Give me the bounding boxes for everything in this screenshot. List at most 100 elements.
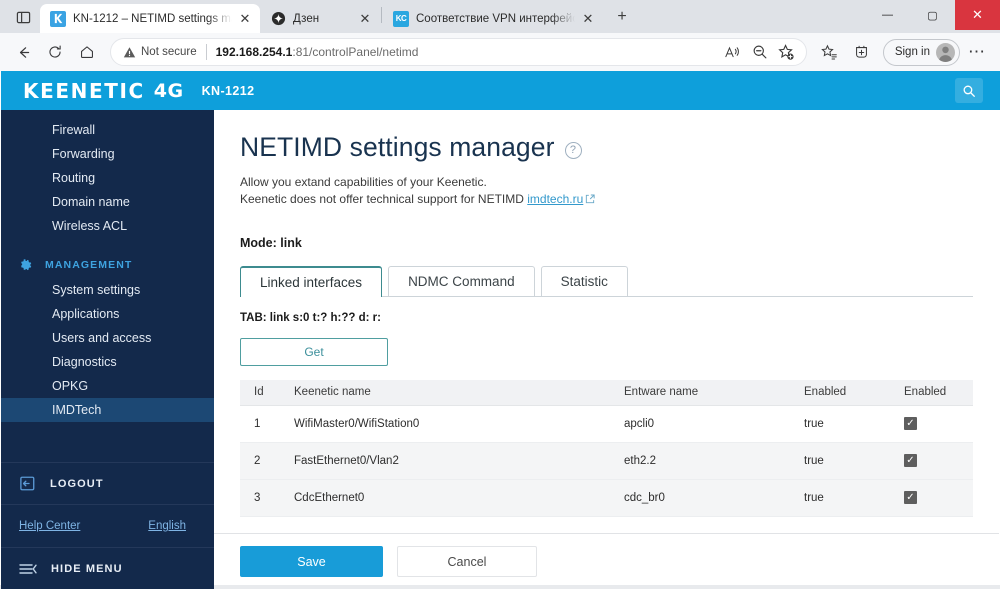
brand-suffix: 4G [153, 79, 184, 102]
get-button[interactable]: Get [240, 338, 388, 366]
cell-keenetic-name: FastEthernet0/Vlan2 [288, 442, 618, 480]
new-tab-button[interactable]: + [609, 4, 635, 30]
cell-id: 3 [240, 479, 288, 517]
tab-close-icon[interactable]: ✕ [579, 10, 597, 28]
table-row[interactable]: 3 CdcEthernet0 cdc_br0 true ✓ [240, 479, 973, 517]
tab-linked-interfaces[interactable]: Linked interfaces [240, 266, 383, 297]
column-header-keenetic-name: Keenetic name [288, 380, 618, 406]
search-icon[interactable] [955, 78, 983, 103]
sidebar-item-firewall[interactable]: Firewall [1, 118, 214, 142]
language-link[interactable]: English [148, 520, 186, 532]
hide-menu-icon [19, 562, 37, 576]
cell-keenetic-name: WifiMaster0/WifiStation0 [288, 405, 618, 443]
cell-entware-name: eth2.2 [618, 442, 798, 480]
gear-icon [19, 258, 33, 272]
form-actions: Save Cancel [214, 533, 999, 589]
sidebar-group-label: MANAGEMENT [45, 259, 133, 271]
external-link-icon [585, 192, 595, 209]
address-bar[interactable]: Not secure 192.168.254.1:81/controlPanel… [110, 38, 807, 66]
not-secure-indicator[interactable]: Not secure [123, 46, 197, 59]
logout-icon [19, 475, 36, 492]
sign-in-button[interactable]: Sign in [882, 38, 960, 66]
refresh-icon[interactable] [40, 37, 70, 67]
minimize-button[interactable]: — [865, 0, 910, 30]
sidebar-item-users-and-access[interactable]: Users and access [1, 326, 214, 350]
tab-actions-icon[interactable] [10, 4, 36, 30]
sidebar-item-applications[interactable]: Applications [1, 302, 214, 326]
sidebar-links: Help Center English [1, 505, 214, 547]
page-description-line1: Allow you extand capabilities of your Ke… [240, 175, 487, 189]
sidebar-item-routing[interactable]: Routing [1, 166, 214, 190]
enabled-checkbox[interactable]: ✓ [904, 417, 917, 431]
sidebar-item-system-settings[interactable]: System settings [1, 278, 214, 302]
tab-close-icon[interactable]: ✕ [356, 10, 374, 28]
kc-favicon-icon: KC [393, 10, 409, 27]
device-model: KN-1212 [201, 83, 255, 98]
column-header-id: Id [240, 380, 288, 406]
column-header-enabled-text: Enabled [798, 380, 898, 406]
sidebar-item-imdtech[interactable]: IMDTech [1, 398, 214, 422]
hide-menu-label: HIDE MENU [51, 562, 123, 575]
cell-entware-name: apcli0 [618, 405, 798, 443]
tab-close-icon[interactable]: ✕ [236, 10, 254, 28]
browser-tab-0[interactable]: KN-1212 – NETIMD settings man ✕ [40, 4, 260, 33]
tab-divider [381, 7, 382, 23]
table-row[interactable]: 1 WifiMaster0/WifiStation0 apcli0 true ✓ [240, 405, 973, 443]
browser-window: KN-1212 – NETIMD settings man ✕ Дзен ✕ K… [0, 0, 1000, 589]
sidebar-item-diagnostics[interactable]: Diagnostics [1, 350, 214, 374]
zoom-out-icon[interactable] [747, 39, 773, 65]
cancel-button[interactable]: Cancel [397, 546, 537, 577]
sidebar-item-opkg[interactable]: OPKG [1, 374, 214, 398]
read-aloud-icon[interactable] [720, 39, 746, 65]
browser-tab-1[interactable]: Дзен ✕ [260, 4, 380, 33]
url-host: 192.168.254.1 [215, 45, 293, 59]
page-title-text: NETIMD settings manager [240, 132, 555, 162]
help-icon[interactable]: ? [564, 141, 582, 159]
main-scroll-area: NETIMD settings manager ? Allow you exta… [214, 110, 999, 533]
browser-tab-2[interactable]: KC Соответствие VPN интерфейсо ✕ [383, 4, 603, 33]
browser-tab-title: KN-1212 – NETIMD settings man [73, 12, 232, 25]
main-content: NETIMD settings manager ? Allow you exta… [214, 110, 1000, 589]
cell-enabled-checkbox[interactable]: ✓ [898, 442, 973, 480]
page-description-line2-text: Keenetic does not offer technical suppor… [240, 192, 528, 206]
table-header-row: Id Keenetic name Entware name Enabled En… [240, 380, 973, 406]
table-body: 1 WifiMaster0/WifiStation0 apcli0 true ✓… [240, 405, 973, 517]
back-icon[interactable] [8, 37, 38, 67]
sidebar-item-forwarding[interactable]: Forwarding [1, 142, 214, 166]
sidebar: Firewall Forwarding Routing Domain name … [1, 110, 214, 589]
save-button[interactable]: Save [240, 546, 383, 577]
table-row[interactable]: 2 FastEthernet0/Vlan2 eth2.2 true ✓ [240, 442, 973, 480]
sign-in-label: Sign in [894, 46, 930, 58]
browser-essentials-icon[interactable] [847, 37, 877, 67]
browser-tab-title: Дзен [293, 12, 320, 25]
tab-ndmc-command[interactable]: NDMC Command [388, 266, 535, 296]
cell-enabled-checkbox[interactable]: ✓ [898, 479, 973, 517]
help-center-link[interactable]: Help Center [19, 520, 80, 532]
cell-keenetic-name: CdcEthernet0 [288, 479, 618, 517]
logout-label: LOGOUT [50, 477, 104, 490]
collections-icon[interactable] [815, 37, 845, 67]
browser-settings-icon[interactable]: ⋯ [962, 37, 992, 67]
interfaces-table: Id Keenetic name Entware name Enabled En… [240, 380, 973, 517]
cell-enabled-text: true [798, 405, 898, 443]
home-icon[interactable] [72, 37, 102, 67]
cell-enabled-checkbox[interactable]: ✓ [898, 405, 973, 443]
content-tabs: Linked interfaces NDMC Command Statistic [240, 266, 973, 297]
enabled-checkbox[interactable]: ✓ [904, 491, 917, 505]
sidebar-group-management: MANAGEMENT [1, 252, 214, 278]
avatar-icon [936, 42, 955, 62]
hide-menu-button[interactable]: HIDE MENU [1, 548, 214, 589]
maximize-button[interactable]: ▢ [910, 0, 955, 30]
add-favorite-icon[interactable] [774, 39, 800, 65]
sidebar-item-wireless-acl[interactable]: Wireless ACL [1, 214, 214, 238]
close-window-button[interactable]: ✕ [955, 0, 1000, 30]
tab-statistic[interactable]: Statistic [540, 266, 628, 296]
page-viewport: KEENETIC 4G KN-1212 Firewall Forwarding … [0, 71, 1000, 589]
imdtech-link[interactable]: imdtech.ru [527, 192, 583, 206]
omnibox-divider [205, 44, 207, 60]
enabled-checkbox[interactable]: ✓ [904, 454, 917, 468]
sidebar-item-domain-name[interactable]: Domain name [1, 190, 214, 214]
logout-button[interactable]: LOGOUT [1, 463, 214, 504]
browser-toolbar: Not secure 192.168.254.1:81/controlPanel… [0, 33, 1000, 71]
